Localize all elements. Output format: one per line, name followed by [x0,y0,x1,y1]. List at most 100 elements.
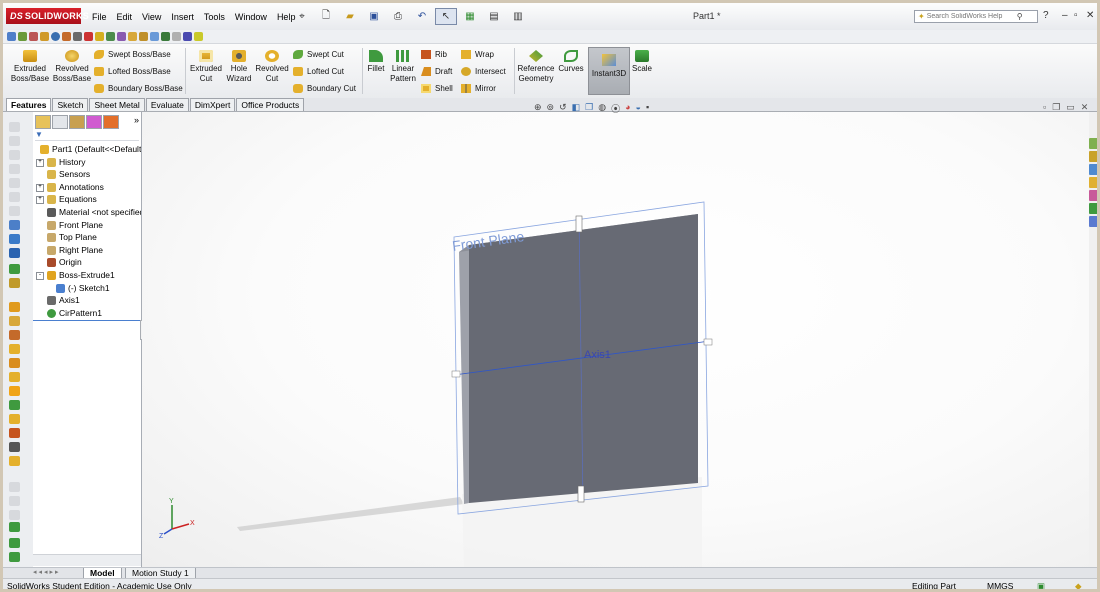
view-palette-icon[interactable] [1089,177,1097,188]
mirror-button[interactable]: Mirror [461,84,496,93]
previous-view-icon[interactable]: ↺ [559,102,567,115]
fillet-tool-icon[interactable] [150,32,159,41]
arc-tool-icon[interactable] [62,32,71,41]
circle-icon[interactable] [9,178,20,188]
mirror-sketch-icon[interactable] [106,32,115,41]
extruded-cut-button[interactable]: Extruded Cut [188,47,224,84]
graphics-area[interactable]: Front Plane Axis1 Y X Z [142,112,1089,567]
save-icon[interactable]: ▣ [363,8,385,25]
linear-pattern-button[interactable]: Linear Pattern [388,47,418,84]
sketch-tool-icon[interactable] [7,32,16,41]
offset-tool-icon[interactable] [95,32,104,41]
tree-item[interactable]: Top Plane [33,231,141,244]
print-icon[interactable]: ⎙ [387,8,409,25]
extruded-boss-button[interactable]: Extruded Boss/Base [9,47,51,84]
options-icon[interactable]: ▥ [507,8,529,25]
fillet-side-icon[interactable] [9,358,20,368]
plane-side-icon[interactable] [9,482,20,492]
chamfer-icon[interactable] [9,372,20,382]
tree-item[interactable]: Axis1 [33,294,141,307]
scale-button[interactable]: Scale [631,47,653,74]
tree-expander-icon[interactable]: - [36,271,44,280]
property-manager-tab-icon[interactable] [52,115,68,129]
zoom-to-area-icon[interactable]: ⊚ [547,102,555,115]
tab-scroll-arrows[interactable]: ◂◂◂▸▸ [33,568,61,576]
search-input[interactable] [924,13,1017,20]
rollback-bar[interactable] [33,320,141,321]
dome-icon[interactable] [9,456,20,466]
mirror-side-icon[interactable] [9,414,20,424]
curves-button[interactable]: Curves [557,47,585,74]
line-tool-icon[interactable] [29,32,38,41]
appearances-icon[interactable] [1089,190,1097,201]
swept-boss-button[interactable]: Swept Boss/Base [94,50,171,59]
smart-dimension-icon[interactable] [18,32,27,41]
hide-show-items-icon[interactable]: ⦿ [611,102,620,115]
rib-button[interactable]: Rib [421,50,447,59]
curve-side-icon[interactable] [9,538,20,548]
rebuild-icon[interactable]: ▦ [459,8,481,25]
shell-button[interactable]: Shell [421,84,453,93]
menu-window[interactable]: Window [230,12,272,22]
section-view-icon[interactable]: ◧ [572,102,581,115]
revolved-cut-button[interactable]: Revolved Cut [255,47,289,84]
extrude-tool-icon[interactable] [128,32,137,41]
circle-tool-icon[interactable] [51,32,60,41]
axis1-label[interactable]: Axis1 [584,349,611,361]
tree-item[interactable]: CirPattern1 [33,307,141,320]
point-side-icon[interactable] [9,510,20,520]
restore-icon[interactable]: ▫ [1074,10,1078,21]
tab-dimxpert[interactable]: DimXpert [189,98,236,111]
line-icon[interactable] [9,150,20,160]
hole-wizard-button[interactable]: Hole Wizard [224,47,254,84]
tree-item[interactable]: - Boss-Extrude1 [33,269,141,282]
spline-tool-icon[interactable] [73,32,82,41]
3d-sketch-icon[interactable] [9,136,20,146]
undo-icon[interactable]: ↶ [411,8,433,25]
axis-side-icon[interactable] [9,496,20,506]
file-properties-icon[interactable]: ▤ [483,8,505,25]
revolve-tool-icon[interactable] [139,32,148,41]
search-box[interactable]: ✦ ⚲ [914,10,1038,23]
display-manager-tab-icon[interactable] [103,115,119,129]
draft-button[interactable]: Draft [421,67,452,76]
menu-edit[interactable]: Edit [112,12,138,22]
dimxpert-manager-tab-icon[interactable] [86,115,102,129]
quick-snaps-icon[interactable] [9,278,20,288]
sketch-icon[interactable] [9,122,20,132]
feature-manager-tab-icon[interactable] [35,115,51,129]
boundary-cut-button[interactable]: Boundary Cut [293,84,356,93]
tree-item[interactable]: Part1 (Default<<Default>_Display State 1… [33,143,141,156]
solidworks-logo[interactable]: DS SOLIDWORKS [6,8,89,24]
configuration-manager-tab-icon[interactable] [69,115,85,129]
helix-icon[interactable] [9,552,20,562]
rectangle-tool-icon[interactable] [40,32,49,41]
status-units[interactable]: MMGS [987,579,1013,589]
arc-icon[interactable] [9,192,20,202]
tree-expander-icon[interactable]: + [36,158,44,167]
forum-icon[interactable] [1089,216,1097,227]
mate-reference-icon[interactable] [9,522,20,532]
rib-side-icon[interactable] [9,428,20,438]
display-style-icon[interactable]: ◍ [598,102,606,115]
menu-insert[interactable]: Insert [166,12,199,22]
apply-scene-icon[interactable]: ◒ [636,102,641,115]
file-explorer-icon[interactable] [1089,164,1097,175]
measure-tool-icon[interactable] [183,32,192,41]
pattern-side-icon[interactable] [9,400,20,410]
viewport-restore-icon[interactable]: ❐ [1052,102,1060,113]
swept-cut-button[interactable]: Swept Cut [293,50,344,59]
zoom-to-fit-icon[interactable]: ⊕ [534,102,542,115]
solidworks-resources-icon[interactable] [1089,138,1097,149]
view-orientation-icon[interactable]: ❐ [585,102,593,115]
viewport-minimize-icon[interactable]: ▫ [1043,102,1046,113]
pattern-tool-icon[interactable] [172,32,181,41]
expand-panel-icon[interactable]: » [134,115,139,125]
view-settings-icon[interactable]: ▪ [646,102,649,115]
tree-item[interactable]: (-) Sketch1 [33,282,141,295]
relations-icon[interactable] [117,32,126,41]
hole-side-icon[interactable] [9,442,20,452]
tree-item[interactable]: Right Plane [33,244,141,257]
search-icon[interactable]: ⚲ [1017,12,1023,21]
menu-tools[interactable]: Tools [199,12,230,22]
